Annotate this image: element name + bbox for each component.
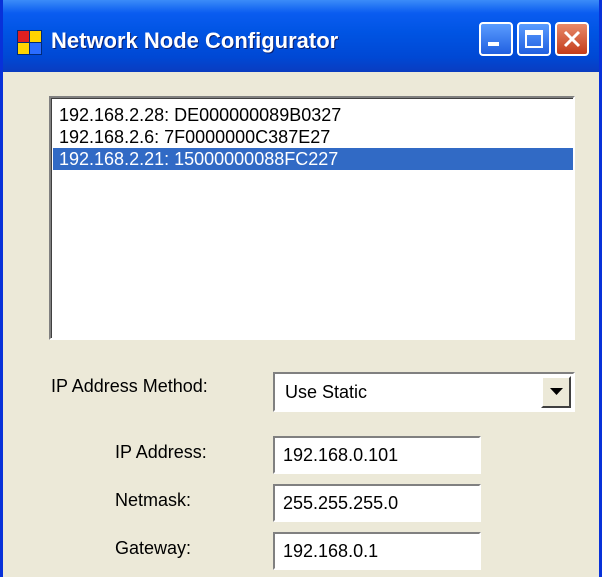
node-list-item-selected[interactable]: 192.168.2.21: 15000000088FC227 xyxy=(53,148,573,170)
node-listbox[interactable]: 192.168.2.28: DE000000089B0327 192.168.2… xyxy=(49,96,575,340)
maximize-icon xyxy=(525,30,543,48)
ip-method-dropdown-button[interactable] xyxy=(541,376,571,408)
close-button[interactable] xyxy=(555,22,589,56)
node-list-item[interactable]: 192.168.2.6: 7F0000000C387E27 xyxy=(53,126,573,148)
ip-address-label: IP Address: xyxy=(115,442,207,462)
ip-method-label: IP Address Method: xyxy=(51,376,208,396)
app-window-icon xyxy=(17,30,42,55)
netmask-field[interactable] xyxy=(273,484,481,522)
app-window: Network Node Configurator 192.168.2.28: … xyxy=(0,0,602,577)
minimize-button[interactable] xyxy=(479,22,513,56)
node-list-item[interactable]: 192.168.2.28: DE000000089B0327 xyxy=(53,104,573,126)
ip-method-select[interactable]: Use Static xyxy=(273,372,575,412)
maximize-button[interactable] xyxy=(517,22,551,56)
gateway-field[interactable] xyxy=(273,532,481,570)
close-icon xyxy=(563,30,581,48)
minimize-icon xyxy=(488,42,499,46)
ip-method-value: Use Static xyxy=(285,382,368,402)
window-title: Network Node Configurator xyxy=(51,28,339,53)
gateway-label: Gateway: xyxy=(115,538,192,558)
title-bar[interactable]: Network Node Configurator xyxy=(3,0,599,72)
netmask-label: Netmask: xyxy=(115,490,192,510)
ip-address-field[interactable] xyxy=(273,436,481,474)
dropdown-arrow-icon xyxy=(550,388,563,395)
